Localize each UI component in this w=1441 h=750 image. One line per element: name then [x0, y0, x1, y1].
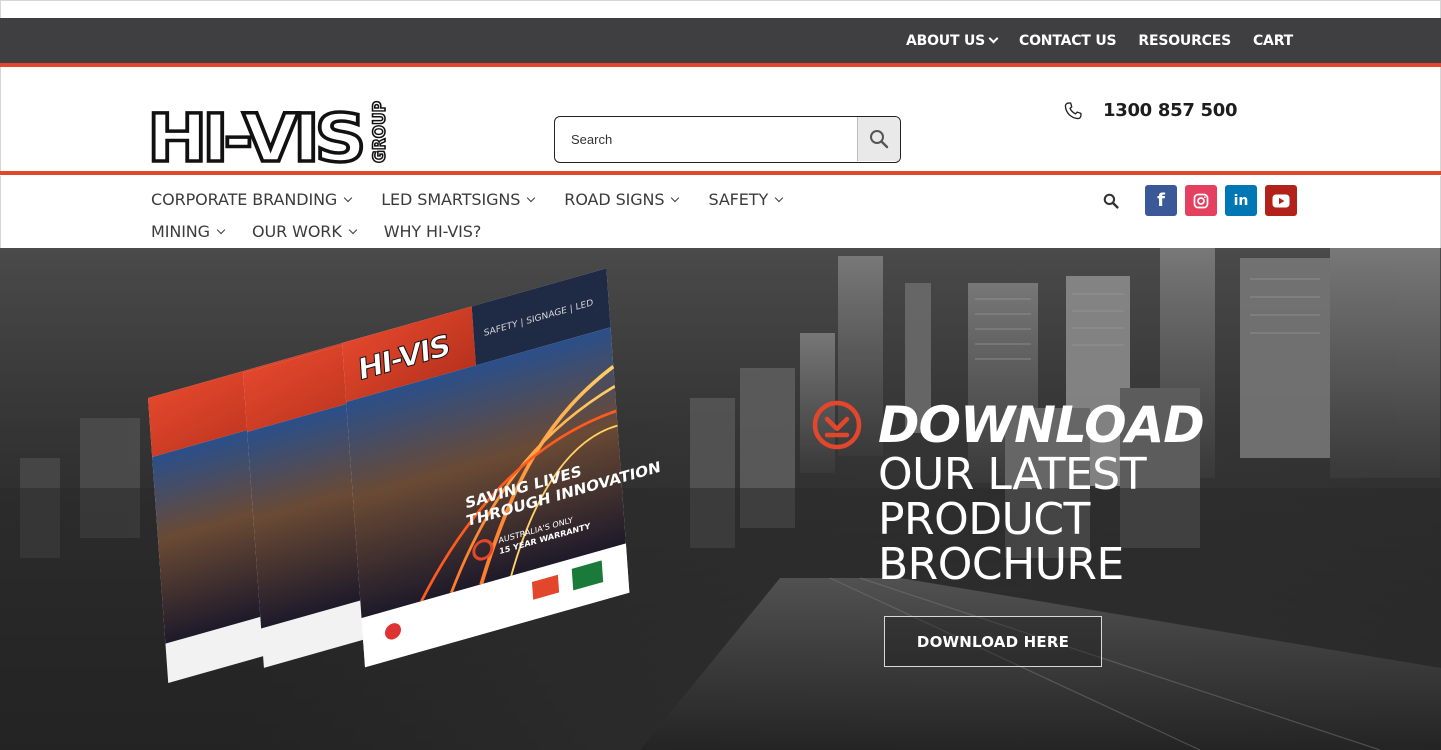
main-nav-row-1: CORPORATE BRANDING LED SMARTSIGNS ROAD S… — [151, 190, 784, 209]
chevron-down-icon — [343, 193, 353, 202]
nav-resources-label: RESOURCES — [1138, 32, 1231, 49]
main-nav: CORPORATE BRANDING LED SMARTSIGNS ROAD S… — [0, 176, 1441, 248]
nav-cart-label: CART — [1252, 32, 1293, 49]
nav-contact-us-label: CONTACT US — [1019, 32, 1117, 49]
phone-number[interactable]: 1300 857 500 — [1103, 100, 1237, 121]
nav-safety-label: SAFETY — [708, 190, 769, 209]
nav-our-work-label: OUR WORK — [251, 222, 342, 241]
nav-why-hi-vis-label: WHY HI-VIS? — [383, 222, 482, 241]
svg-text:HI-VIS: HI-VIS — [147, 100, 362, 169]
search-icon — [870, 130, 889, 149]
hero-banner: HI-VIS SAFETY | SIGNAGE | LED SAVING LIV… — [0, 248, 1441, 750]
nav-road-signs-label: ROAD SIGNS — [564, 190, 665, 209]
social-instagram[interactable] — [1185, 185, 1217, 216]
main-nav-row-2: MINING OUR WORK WHY HI-VIS? — [151, 222, 481, 241]
svg-text:GROUP: GROUP — [370, 101, 390, 163]
hero-subtitle-line: BROCHURE — [878, 539, 1124, 590]
nav-resources[interactable]: RESOURCES — [1138, 33, 1231, 49]
accent-divider-bottom — [0, 171, 1441, 175]
nav-cart[interactable]: CART — [1253, 33, 1293, 49]
nav-corporate-branding[interactable]: CORPORATE BRANDING — [151, 190, 353, 209]
nav-about-us[interactable]: ABOUT US — [905, 32, 999, 49]
utility-bar: ABOUT US CONTACT US RESOURCES CART — [0, 18, 1441, 63]
nav-corporate-branding-label: CORPORATE BRANDING — [151, 190, 338, 209]
linkedin-icon: in — [1233, 192, 1249, 209]
chevron-down-icon — [348, 225, 357, 234]
hero-text: DOWNLOAD OUR LATEST PRODUCT BROCHURE — [810, 396, 1205, 590]
chevron-down-icon — [216, 225, 226, 234]
nav-our-work[interactable]: OUR WORK — [251, 222, 357, 241]
phone-icon — [1064, 101, 1082, 119]
search-box — [554, 116, 901, 163]
hi-vis-logo[interactable]: HI-VIS GROUP — [145, 98, 391, 179]
chevron-down-icon — [671, 193, 680, 202]
nav-led-smartsigns[interactable]: LED SMARTSIGNS — [381, 190, 536, 209]
facebook-icon: f — [1157, 190, 1165, 211]
hero-subtitle-line: OUR LATEST — [878, 449, 1147, 500]
download-here-button[interactable]: DOWNLOAD HERE — [884, 616, 1102, 667]
search-input[interactable] — [555, 117, 857, 161]
social-facebook[interactable]: f — [1145, 185, 1177, 216]
social-links: f in — [1145, 185, 1297, 216]
youtube-icon — [1272, 194, 1290, 207]
nav-search-button[interactable] — [1103, 193, 1119, 214]
chevron-down-icon — [527, 193, 536, 202]
utility-nav: ABOUT US CONTACT US RESOURCES CART — [906, 18, 1293, 63]
nav-why-hi-vis[interactable]: WHY HI-VIS? — [384, 222, 482, 241]
nav-contact-us[interactable]: CONTACT US — [1019, 32, 1117, 49]
chevron-down-icon — [988, 33, 999, 44]
phone-contact[interactable]: 1300 857 500 — [1063, 100, 1237, 121]
top-strip — [0, 0, 1441, 18]
search-icon — [1103, 193, 1119, 209]
download-heading: DOWNLOAD — [810, 396, 1205, 454]
nav-mining[interactable]: MINING — [151, 222, 226, 241]
search-button[interactable] — [857, 117, 900, 161]
site-header: HI-VIS GROUP 1300 857 500 — [0, 67, 1441, 179]
chevron-down-icon — [774, 193, 784, 202]
social-linkedin[interactable]: in — [1225, 185, 1257, 216]
nav-led-smartsigns-label: LED SMARTSIGNS — [381, 190, 521, 209]
instagram-icon — [1193, 193, 1209, 208]
download-circle-icon — [812, 400, 862, 450]
nav-road-signs[interactable]: ROAD SIGNS — [564, 190, 680, 209]
social-youtube[interactable] — [1265, 185, 1297, 216]
city-skyline-background: HI-VIS SAFETY | SIGNAGE | LED SAVING LIV… — [0, 248, 1441, 750]
nav-about-us-label: ABOUT US — [905, 32, 986, 49]
nav-mining-label: MINING — [151, 222, 210, 241]
hero-subtitle-line: PRODUCT — [878, 494, 1090, 545]
hero-title: DOWNLOAD — [878, 396, 1205, 454]
nav-safety[interactable]: SAFETY — [708, 190, 784, 209]
